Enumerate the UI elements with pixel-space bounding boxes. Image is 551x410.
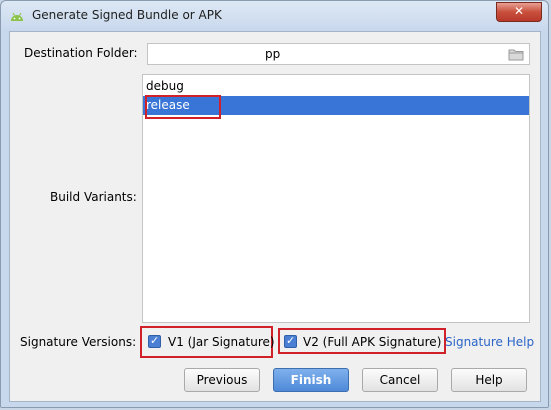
android-icon: [11, 12, 23, 21]
close-button[interactable]: ✕: [496, 2, 542, 22]
folder-icon[interactable]: [508, 47, 524, 61]
variant-label: debug: [146, 79, 184, 93]
previous-button[interactable]: Previous: [184, 368, 260, 392]
checkmark-icon: ✓: [286, 334, 296, 347]
highlight-box-release: [145, 95, 221, 119]
destination-folder-value: pp: [265, 47, 281, 61]
signature-versions-label: Signature Versions:: [20, 335, 137, 349]
finish-button[interactable]: Finish: [273, 368, 349, 392]
help-button[interactable]: Help: [451, 368, 527, 392]
v1-label[interactable]: V1 (Jar Signature): [168, 335, 275, 349]
v2-label[interactable]: V2 (Full APK Signature): [303, 335, 441, 349]
close-icon: ✕: [513, 4, 525, 18]
signature-help-link[interactable]: Signature Help: [445, 335, 534, 349]
build-variants-label: Build Variants:: [50, 190, 137, 204]
checkmark-icon: ✓: [150, 334, 160, 347]
v2-checkbox[interactable]: ✓: [284, 334, 297, 348]
destination-folder-label: Destination Folder:: [24, 46, 138, 60]
cancel-button[interactable]: Cancel: [362, 368, 438, 392]
build-variants-list[interactable]: debug release: [142, 74, 530, 323]
variant-debug[interactable]: debug: [143, 77, 529, 96]
title-bar: Generate Signed Bundle or APK ✕: [1, 1, 548, 31]
v1-checkbox[interactable]: ✓: [148, 334, 161, 348]
dialog-content: Destination Folder: pp Build Variants: d…: [9, 31, 541, 402]
destination-folder-field[interactable]: pp: [147, 43, 530, 65]
dialog-window: Generate Signed Bundle or APK ✕ Destinat…: [0, 0, 549, 408]
window-title: Generate Signed Bundle or APK: [32, 8, 222, 22]
